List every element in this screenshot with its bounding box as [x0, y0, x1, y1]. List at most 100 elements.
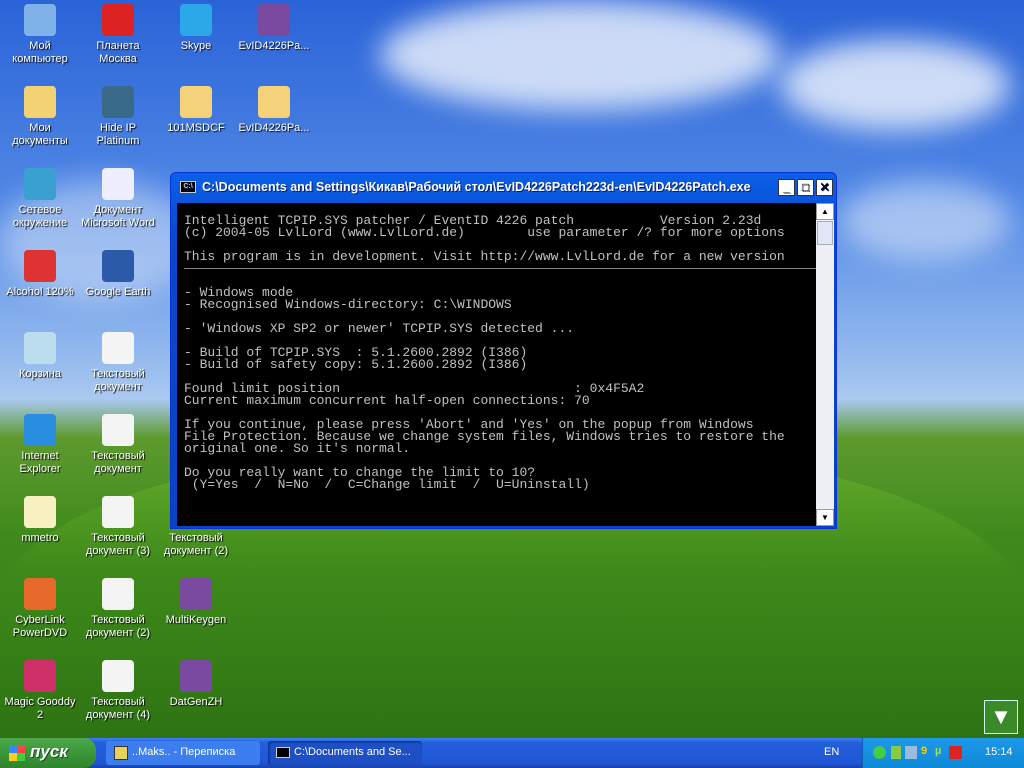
- desktop-icon[interactable]: Мой компьютер: [0, 4, 80, 66]
- desktop-icon[interactable]: mmetro: [0, 496, 80, 545]
- desktop-icon-image: [24, 496, 56, 528]
- desktop-icon[interactable]: Hide IP Platinum: [78, 86, 158, 148]
- desktop-icon-label: Корзина: [19, 368, 61, 380]
- desktop-icon-image: [102, 578, 134, 610]
- console-line: - 'Windows XP SP2 or newer' TCPIP.SYS de…: [184, 321, 575, 336]
- vertical-scrollbar[interactable]: ▲ ▼: [816, 203, 834, 526]
- console-line: original one. So it's normal.: [184, 441, 411, 456]
- show-desktop-arrow-icon[interactable]: ▼: [984, 700, 1018, 734]
- desktop-icon-image: [102, 168, 134, 200]
- desktop-icon-label: DatGenZH: [169, 696, 223, 708]
- desktop-icon[interactable]: Корзина: [0, 332, 80, 381]
- console-window[interactable]: C:\ C:\Documents and Settings\Кикав\Рабо…: [170, 172, 837, 529]
- tray-icon-nine[interactable]: 9: [921, 745, 927, 757]
- desktop-icon-image: [24, 332, 56, 364]
- start-button[interactable]: пуск: [0, 738, 96, 768]
- desktop-icon-label: Планета Москва: [96, 40, 140, 65]
- tray-icon-antivirus[interactable]: [949, 746, 962, 759]
- desktop-icon[interactable]: DatGenZH: [156, 660, 236, 709]
- desktop-icon-image: [24, 660, 56, 692]
- desktop-icon-label: Hide IP Platinum: [96, 122, 140, 147]
- desktop-icon[interactable]: Текстовый документ (3): [78, 496, 158, 558]
- desktop-icon-label: Текстовый документ (2): [163, 532, 229, 557]
- desktop-icon[interactable]: EvID4226Pa...: [234, 86, 314, 135]
- desktop-icon[interactable]: 101MSDCF: [156, 86, 236, 135]
- desktop-icon-label: EvID4226Pa...: [238, 40, 310, 52]
- window-title: C:\Documents and Settings\Кикав\Рабочий …: [202, 180, 751, 194]
- language-indicator[interactable]: EN: [824, 746, 839, 758]
- desktop-icon[interactable]: Текстовый документ: [78, 332, 158, 394]
- desktop-icon-label: CyberLink PowerDVD: [12, 614, 68, 639]
- desktop-icon[interactable]: Текстовый документ (4): [78, 660, 158, 722]
- desktop-icon-image: [24, 86, 56, 118]
- console-line: (Y=Yes / N=No / C=Change limit / U=Unins…: [184, 477, 590, 492]
- desktop-icon-label: Документ Microsoft Word: [81, 204, 155, 229]
- desktop-icon[interactable]: Internet Explorer: [0, 414, 80, 476]
- desktop-icon-image: [180, 86, 212, 118]
- start-label: пуск: [30, 742, 68, 761]
- desktop-icon-image: [102, 4, 134, 36]
- console-line: - Build of safety copy: 5.1.2600.2892 (I…: [184, 357, 528, 372]
- desktop-icon-label: Мой компьютер: [12, 40, 68, 65]
- desktop-icon-image: [180, 4, 212, 36]
- taskbar-button-console[interactable]: C:\Documents and Se...: [268, 741, 422, 765]
- taskbar-button-label: ..Maks.. - Переписка: [132, 746, 236, 758]
- desktop-icon[interactable]: EvID4226Pa...: [234, 4, 314, 53]
- wallpaper-cloud: [780, 40, 1010, 130]
- desktop-icon[interactable]: MultiKeygen: [156, 578, 236, 627]
- wallpaper-cloud: [840, 180, 1010, 260]
- desktop-icon[interactable]: Magic Gooddy 2: [0, 660, 80, 722]
- console-line: - Recognised Windows-directory: C:\WINDO…: [184, 297, 512, 312]
- desktop-icon[interactable]: Документ Microsoft Word: [78, 168, 158, 230]
- scroll-down-button[interactable]: ▼: [816, 509, 834, 526]
- close-button[interactable]: ✕: [816, 178, 833, 196]
- desktop-icon-label: Текстовый документ (3): [85, 532, 151, 557]
- desktop-icon-label: Magic Gooddy 2: [4, 696, 76, 721]
- clock[interactable]: 15:14: [985, 746, 1013, 758]
- desktop-icon-image: [24, 4, 56, 36]
- desktop-icon-label: Мои документы: [12, 122, 68, 147]
- desktop-icon[interactable]: Текстовый документ (2): [78, 578, 158, 640]
- desktop-icon[interactable]: Планета Москва: [78, 4, 158, 66]
- desktop-icon[interactable]: Текстовый документ: [78, 414, 158, 476]
- scroll-up-button[interactable]: ▲: [816, 203, 834, 220]
- console-output[interactable]: Intelligent TCPIP.SYS patcher / EventID …: [177, 203, 823, 526]
- desktop-icon-image: [102, 332, 134, 364]
- desktop-icon-label: Текстовый документ: [91, 450, 145, 475]
- desktop-icon[interactable]: Мои документы: [0, 86, 80, 148]
- separator: [184, 268, 823, 269]
- tray-icon-network[interactable]: [891, 746, 901, 759]
- console-line: (c) 2004-05 LvlLord (www.LvlLord.de) use…: [184, 225, 785, 240]
- system-tray: 9 µ 15:14: [862, 738, 1024, 768]
- title-bar[interactable]: C:\ C:\Documents and Settings\Кикав\Рабо…: [174, 173, 833, 201]
- desktop-icon-image: [102, 660, 134, 692]
- tray-icon-audio[interactable]: [905, 746, 917, 759]
- desktop-icon-label: Alcohol 120%: [6, 286, 74, 298]
- scroll-thumb[interactable]: [817, 221, 833, 245]
- desktop-icon-image: [258, 4, 290, 36]
- taskbar: пуск ..Maks.. - Переписка C:\Documents a…: [0, 738, 1024, 768]
- maximize-button[interactable]: □: [797, 178, 814, 196]
- desktop-icon-image: [24, 414, 56, 446]
- desktop-icon[interactable]: Alcohol 120%: [0, 250, 80, 299]
- console-icon: [276, 747, 290, 758]
- minimize-button[interactable]: _: [778, 178, 795, 196]
- windows-logo-icon: [9, 745, 25, 761]
- desktop-icon[interactable]: Google Earth: [78, 250, 158, 299]
- desktop-icon-label: Internet Explorer: [19, 450, 61, 475]
- desktop-icon-image: [258, 86, 290, 118]
- desktop-icon-image: [102, 250, 134, 282]
- taskbar-button-chat[interactable]: ..Maks.. - Переписка: [106, 741, 260, 765]
- desktop-icon[interactable]: Сетевое окружение: [0, 168, 80, 230]
- desktop-icon-label: Текстовый документ: [91, 368, 145, 393]
- wallpaper-cloud: [380, 0, 780, 110]
- tray-icon-torrent[interactable]: µ: [935, 745, 941, 757]
- console-line: Current maximum concurrent half-open con…: [184, 393, 590, 408]
- desktop-icon[interactable]: Skype: [156, 4, 236, 53]
- desktop-icon-label: Текстовый документ (4): [85, 696, 151, 721]
- taskbar-button-label: C:\Documents and Se...: [294, 746, 411, 758]
- desktop-icon-image: [102, 86, 134, 118]
- desktop-icon[interactable]: CyberLink PowerDVD: [0, 578, 80, 640]
- tray-icon-agent[interactable]: [873, 746, 886, 759]
- desktop-icon-label: EvID4226Pa...: [238, 122, 310, 134]
